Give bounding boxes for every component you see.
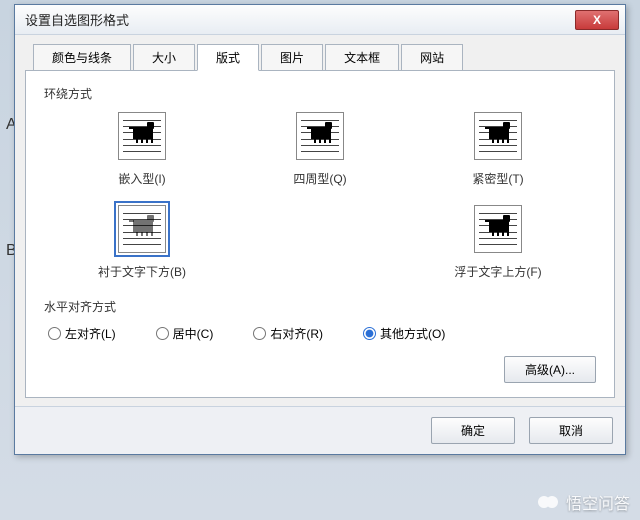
dog-icon [489,127,509,139]
halign-right[interactable]: 右对齐(R) [253,325,323,342]
wrap-square-icon[interactable] [296,112,344,160]
tab-label: 图片 [280,51,304,65]
dog-icon [311,127,331,139]
radio-label: 右对齐(R) [270,325,323,342]
cancel-button[interactable]: 取消 [529,417,613,444]
wrap-row-1: 嵌入型(I) 四周型(Q) 紧密型(T) [44,112,596,187]
halign-other[interactable]: 其他方式(O) [363,325,445,342]
close-button[interactable]: X [575,10,619,30]
wrap-empty-slot [250,205,390,280]
tab-label: 文本框 [344,51,380,65]
cloud-icon [538,494,560,510]
ok-button[interactable]: 确定 [431,417,515,444]
wrap-option-behind: 衬于文字下方(B) [72,205,212,280]
wrap-row-2: 衬于文字下方(B) 浮于文字上方(F) [44,205,596,280]
tab-label: 大小 [152,51,176,65]
dialog-title: 设置自选图形格式 [25,10,129,29]
tab-label: 版式 [216,51,240,65]
wrap-option-front: 浮于文字上方(F) [428,205,568,280]
wrap-label: 衬于文字下方(B) [98,263,186,280]
dog-icon [133,127,153,139]
tab-label: 颜色与线条 [52,51,112,65]
tab-strip: 颜色与线条 大小 版式 图片 文本框 网站 [33,43,615,70]
radio-label: 其他方式(O) [380,325,445,342]
halign-radios: 左对齐(L) 居中(C) 右对齐(R) 其他方式(O) [44,325,596,342]
tab-picture[interactable]: 图片 [261,44,323,71]
wrap-behind-icon[interactable] [118,205,166,253]
dialog-body: 颜色与线条 大小 版式 图片 文本框 网站 环绕方式 嵌入型(I) [15,35,625,406]
radio-label: 左对齐(L) [65,325,116,342]
tab-layout[interactable]: 版式 [197,44,259,71]
format-autoshape-dialog: 设置自选图形格式 X 颜色与线条 大小 版式 图片 文本框 网站 环绕方式 嵌入… [14,4,626,455]
halign-group: 水平对齐方式 左对齐(L) 居中(C) 右对齐(R) 其他方式(O) [44,298,596,342]
tab-web[interactable]: 网站 [401,44,463,71]
dog-icon [133,220,153,232]
wrap-label: 紧密型(T) [472,170,523,187]
close-icon: X [593,13,601,27]
dog-icon [489,220,509,232]
wrap-label: 嵌入型(I) [118,170,165,187]
tab-label: 网站 [420,51,444,65]
halign-group-label: 水平对齐方式 [44,298,596,315]
wrap-option-square: 四周型(Q) [250,112,390,187]
radio-label: 居中(C) [173,325,214,342]
wrap-group-label: 环绕方式 [44,85,596,102]
wrap-option-tight: 紧密型(T) [428,112,568,187]
wrap-inline-icon[interactable] [118,112,166,160]
wrap-label: 浮于文字上方(F) [454,263,541,280]
watermark-text: 悟空问答 [566,490,630,514]
wrap-front-icon[interactable] [474,205,522,253]
wrap-label: 四周型(Q) [293,170,346,187]
advanced-row: 高级(A)... [44,356,596,383]
wrap-option-inline: 嵌入型(I) [72,112,212,187]
tab-textbox[interactable]: 文本框 [325,44,399,71]
halign-center[interactable]: 居中(C) [156,325,214,342]
titlebar: 设置自选图形格式 X [15,5,625,35]
wrap-tight-icon[interactable] [474,112,522,160]
halign-left[interactable]: 左对齐(L) [48,325,116,342]
dialog-footer: 确定 取消 [15,406,625,454]
tab-pane-layout: 环绕方式 嵌入型(I) 四周型(Q) [25,70,615,398]
watermark: 悟空问答 [538,490,630,514]
tab-colors-lines[interactable]: 颜色与线条 [33,44,131,71]
tab-size[interactable]: 大小 [133,44,195,71]
advanced-button[interactable]: 高级(A)... [504,356,596,383]
